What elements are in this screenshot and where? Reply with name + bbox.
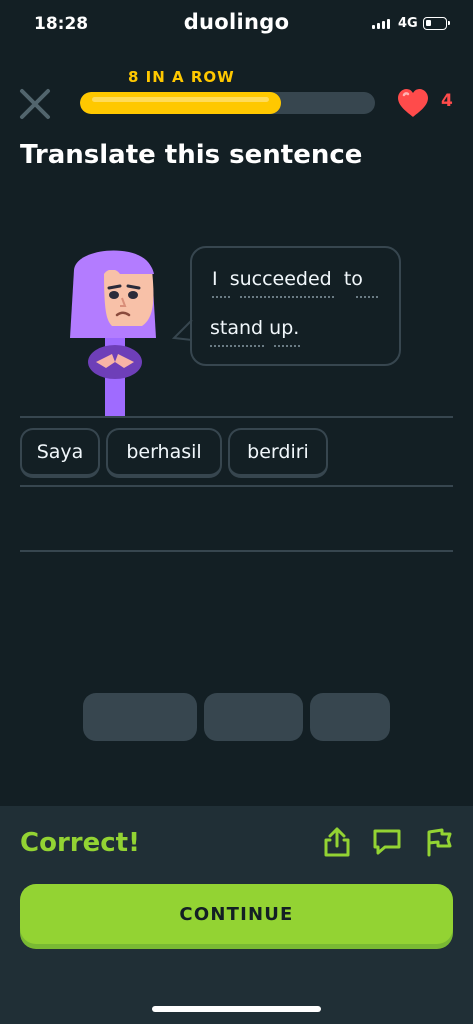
streak-label: 8 IN A ROW <box>128 68 235 86</box>
sentence-word[interactable]: I <box>212 268 218 290</box>
sentence-word[interactable]: succeeded <box>230 268 332 290</box>
hearts-count: 4 <box>441 91 453 111</box>
lesson-progress-bar <box>80 92 375 114</box>
lesson-progress-fill <box>80 92 281 114</box>
answer-tile[interactable]: berhasil <box>106 428 222 478</box>
home-indicator[interactable] <box>152 1006 321 1012</box>
answer-tile[interactable]: berdiri <box>228 428 328 478</box>
share-icon[interactable] <box>322 826 352 858</box>
report-flag-icon[interactable] <box>424 826 454 858</box>
exercise-title: Translate this sentence <box>20 140 363 170</box>
sentence-word[interactable]: to <box>344 268 363 290</box>
word-bank-slot <box>83 693 197 741</box>
feedback-status: Correct! <box>20 828 140 858</box>
answer-line-top <box>20 416 453 418</box>
network-type: 4G <box>398 16 418 31</box>
battery-icon <box>423 17 450 30</box>
close-icon[interactable] <box>18 87 52 121</box>
continue-button[interactable]: CONTINUE <box>20 884 453 944</box>
comment-icon[interactable] <box>372 826 402 858</box>
signal-icon <box>372 19 390 29</box>
sentence-word[interactable]: stand <box>210 317 263 339</box>
answer-tile[interactable]: Saya <box>20 428 100 478</box>
answer-line <box>20 550 453 552</box>
sentence-word[interactable]: up. <box>269 317 299 339</box>
answer-line <box>20 485 453 487</box>
character-illustration <box>62 240 172 420</box>
word-bank-slot <box>310 693 390 741</box>
heart-icon[interactable] <box>396 88 430 118</box>
word-bank-slot <box>204 693 303 741</box>
speech-bubble: I succeeded to stand up. <box>190 246 401 366</box>
